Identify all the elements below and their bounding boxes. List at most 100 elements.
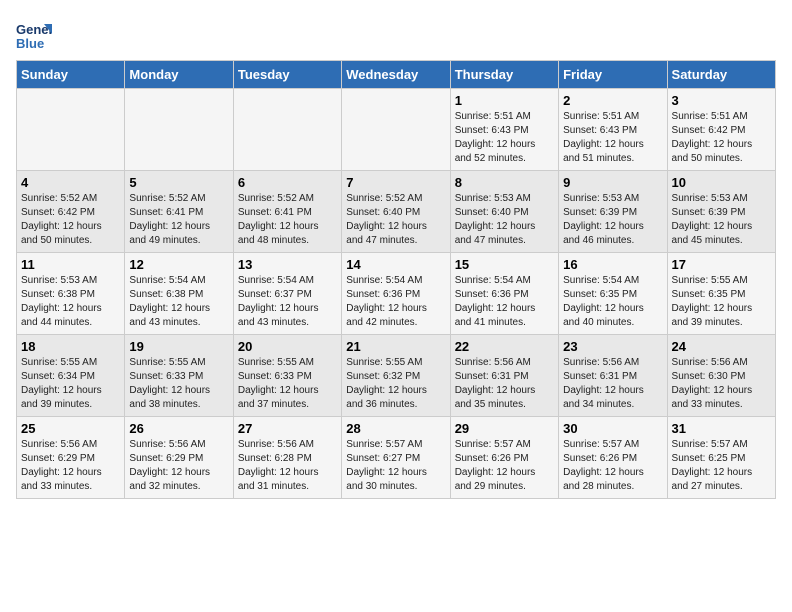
calendar-cell: 7Sunrise: 5:52 AM Sunset: 6:40 PM Daylig… [342,171,450,253]
calendar-cell: 10 Sunrise: 5:53 AM Sunset: 6:39 PM Dayli… [667,171,775,253]
day-number: 29 [455,421,554,436]
calendar-cell: 17Sunrise: 5:55 AM Sunset: 6:35 PM Dayli… [667,253,775,335]
calendar-cell: 9Sunrise: 5:53 AM Sunset: 6:39 PM Daylig… [559,171,667,253]
day-header-monday: Monday [125,61,233,89]
day-number: 2 [563,93,662,108]
day-info: Sunrise: 5:57 AM Sunset: 6:26 PM Dayligh… [455,438,554,494]
calendar-cell: 24 Sunrise: 5:56 AM Sunset: 6:30 PM Dayli… [667,335,775,417]
day-number: 6 [238,175,337,190]
day-number: 4 [21,175,120,190]
calendar-cell: 8 Sunrise: 5:53 AM Sunset: 6:40 PM Daylig… [450,171,558,253]
calendar-cell: 13 Sunrise: 5:54 AM Sunset: 6:37 PM Dayli… [233,253,341,335]
calendar-cell: 28 Sunrise: 5:57 AM Sunset: 6:27 PM Dayli… [342,417,450,499]
day-info: Sunrise: 5:54 AM Sunset: 6:36 PM Dayligh… [455,274,554,330]
calendar-cell: 27 Sunrise: 5:56 AM Sunset: 6:28 PM Dayli… [233,417,341,499]
day-number: 13 [238,257,337,272]
calendar-cell: 19 Sunrise: 5:55 AM Sunset: 6:33 PM Dayli… [125,335,233,417]
calendar-cell [125,89,233,171]
day-info: Sunrise: 5:56 AM Sunset: 6:29 PM Dayligh… [129,438,228,494]
day-info: Sunrise: 5:52 AM Sunset: 6:40 PM Dayligh… [346,192,445,248]
calendar-cell [17,89,125,171]
day-info: Sunrise: 5:53 AM Sunset: 6:39 PM Dayligh… [672,192,771,248]
day-number: 30 [563,421,662,436]
page-header: General Blue [16,16,776,52]
day-number: 31 [672,421,771,436]
calendar-cell: 23Sunrise: 5:56 AM Sunset: 6:31 PM Dayli… [559,335,667,417]
calendar-cell: 11Sunrise: 5:53 AM Sunset: 6:38 PM Dayli… [17,253,125,335]
day-header-tuesday: Tuesday [233,61,341,89]
calendar-cell: 26 Sunrise: 5:56 AM Sunset: 6:29 PM Dayli… [125,417,233,499]
week-row-5: 25Sunrise: 5:56 AM Sunset: 6:29 PM Dayli… [17,417,776,499]
day-number: 19 [129,339,228,354]
day-number: 8 [455,175,554,190]
day-info: Sunrise: 5:55 AM Sunset: 6:33 PM Dayligh… [129,356,228,412]
day-number: 16 [563,257,662,272]
day-info: Sunrise: 5:56 AM Sunset: 6:29 PM Dayligh… [21,438,120,494]
day-info: Sunrise: 5:56 AM Sunset: 6:30 PM Dayligh… [672,356,771,412]
calendar-body: 1Sunrise: 5:51 AM Sunset: 6:43 PM Daylig… [17,89,776,499]
week-row-4: 18 Sunrise: 5:55 AM Sunset: 6:34 PM Dayli… [17,335,776,417]
day-info: Sunrise: 5:53 AM Sunset: 6:40 PM Dayligh… [455,192,554,248]
calendar-cell: 2 Sunrise: 5:51 AM Sunset: 6:43 PM Daylig… [559,89,667,171]
calendar-cell: 4 Sunrise: 5:52 AM Sunset: 6:42 PM Daylig… [17,171,125,253]
day-info: Sunrise: 5:57 AM Sunset: 6:27 PM Dayligh… [346,438,445,494]
day-header-sunday: Sunday [17,61,125,89]
calendar-cell: 30Sunrise: 5:57 AM Sunset: 6:26 PM Dayli… [559,417,667,499]
calendar-cell: 21 Sunrise: 5:55 AM Sunset: 6:32 PM Dayli… [342,335,450,417]
day-number: 28 [346,421,445,436]
calendar-cell [233,89,341,171]
day-number: 27 [238,421,337,436]
day-number: 14 [346,257,445,272]
calendar-cell: 5Sunrise: 5:52 AM Sunset: 6:41 PM Daylig… [125,171,233,253]
day-header-friday: Friday [559,61,667,89]
day-number: 3 [672,93,771,108]
day-info: Sunrise: 5:52 AM Sunset: 6:41 PM Dayligh… [238,192,337,248]
day-number: 10 [672,175,771,190]
day-number: 15 [455,257,554,272]
calendar-cell: 15 Sunrise: 5:54 AM Sunset: 6:36 PM Dayli… [450,253,558,335]
day-info: Sunrise: 5:54 AM Sunset: 6:36 PM Dayligh… [346,274,445,330]
day-info: Sunrise: 5:51 AM Sunset: 6:42 PM Dayligh… [672,110,771,166]
day-info: Sunrise: 5:55 AM Sunset: 6:32 PM Dayligh… [346,356,445,412]
day-header-saturday: Saturday [667,61,775,89]
calendar-cell: 25Sunrise: 5:56 AM Sunset: 6:29 PM Dayli… [17,417,125,499]
day-number: 11 [21,257,120,272]
calendar-cell: 14 Sunrise: 5:54 AM Sunset: 6:36 PM Dayli… [342,253,450,335]
calendar-cell: 31 Sunrise: 5:57 AM Sunset: 6:25 PM Dayli… [667,417,775,499]
week-row-3: 11Sunrise: 5:53 AM Sunset: 6:38 PM Dayli… [17,253,776,335]
calendar-cell: 20 Sunrise: 5:55 AM Sunset: 6:33 PM Dayli… [233,335,341,417]
day-info: Sunrise: 5:51 AM Sunset: 6:43 PM Dayligh… [563,110,662,166]
day-info: Sunrise: 5:56 AM Sunset: 6:31 PM Dayligh… [563,356,662,412]
day-info: Sunrise: 5:55 AM Sunset: 6:34 PM Dayligh… [21,356,120,412]
day-number: 21 [346,339,445,354]
calendar-cell: 18 Sunrise: 5:55 AM Sunset: 6:34 PM Dayli… [17,335,125,417]
day-number: 18 [21,339,120,354]
day-info: Sunrise: 5:54 AM Sunset: 6:38 PM Dayligh… [129,274,228,330]
day-info: Sunrise: 5:54 AM Sunset: 6:37 PM Dayligh… [238,274,337,330]
calendar-cell: 1Sunrise: 5:51 AM Sunset: 6:43 PM Daylig… [450,89,558,171]
day-info: Sunrise: 5:55 AM Sunset: 6:35 PM Dayligh… [672,274,771,330]
calendar-cell: 12Sunrise: 5:54 AM Sunset: 6:38 PM Dayli… [125,253,233,335]
week-row-1: 1Sunrise: 5:51 AM Sunset: 6:43 PM Daylig… [17,89,776,171]
day-info: Sunrise: 5:57 AM Sunset: 6:25 PM Dayligh… [672,438,771,494]
svg-text:Blue: Blue [16,36,44,51]
day-info: Sunrise: 5:53 AM Sunset: 6:39 PM Dayligh… [563,192,662,248]
day-info: Sunrise: 5:54 AM Sunset: 6:35 PM Dayligh… [563,274,662,330]
day-info: Sunrise: 5:56 AM Sunset: 6:31 PM Dayligh… [455,356,554,412]
week-row-2: 4 Sunrise: 5:52 AM Sunset: 6:42 PM Daylig… [17,171,776,253]
day-info: Sunrise: 5:56 AM Sunset: 6:28 PM Dayligh… [238,438,337,494]
calendar-cell: 22 Sunrise: 5:56 AM Sunset: 6:31 PM Dayli… [450,335,558,417]
day-number: 24 [672,339,771,354]
calendar-header: SundayMondayTuesdayWednesdayThursdayFrid… [17,61,776,89]
day-info: Sunrise: 5:51 AM Sunset: 6:43 PM Dayligh… [455,110,554,166]
day-info: Sunrise: 5:55 AM Sunset: 6:33 PM Dayligh… [238,356,337,412]
calendar-cell: 3 Sunrise: 5:51 AM Sunset: 6:42 PM Daylig… [667,89,775,171]
calendar-cell: 29 Sunrise: 5:57 AM Sunset: 6:26 PM Dayli… [450,417,558,499]
day-info: Sunrise: 5:52 AM Sunset: 6:41 PM Dayligh… [129,192,228,248]
day-number: 22 [455,339,554,354]
day-number: 20 [238,339,337,354]
day-number: 26 [129,421,228,436]
logo-icon: General Blue [16,16,52,52]
day-info: Sunrise: 5:52 AM Sunset: 6:42 PM Dayligh… [21,192,120,248]
day-header-wednesday: Wednesday [342,61,450,89]
